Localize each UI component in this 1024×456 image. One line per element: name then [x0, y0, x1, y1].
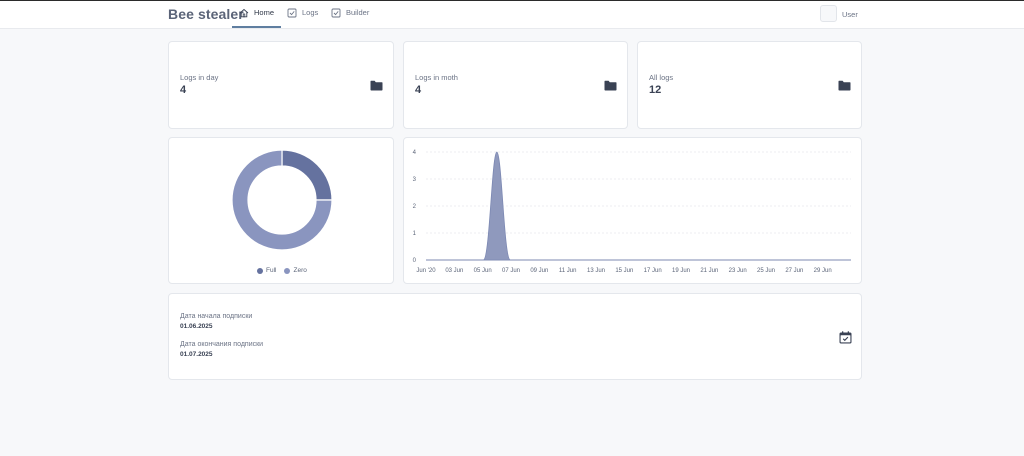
folder-icon: [838, 80, 851, 91]
legend-label: Full: [266, 267, 277, 274]
legend-label: Zero: [293, 267, 307, 274]
folder-icon: [370, 80, 383, 91]
donut-chart: [231, 149, 333, 251]
y-tick-label: 4: [413, 150, 417, 156]
x-tick-label: 05 Jun: [474, 268, 492, 274]
legend-item-full[interactable]: Full: [257, 267, 276, 274]
nav-builder-label: Builder: [346, 8, 370, 17]
x-tick-label: 09 Jun: [530, 268, 548, 274]
calendar-check-icon: [839, 331, 852, 344]
brand-title: Bee stealer: [168, 6, 244, 22]
x-tick-label: 11 Jun: [559, 268, 577, 274]
x-tick-label: 13 Jun: [587, 268, 605, 274]
x-tick-label: 19 Jun: [672, 268, 690, 274]
subscription-start-value: 01.06.2025: [180, 323, 213, 330]
subscription-end-value: 01.07.2025: [180, 351, 213, 358]
y-tick-label: 2: [413, 204, 417, 210]
nav-home[interactable]: Home: [239, 8, 274, 28]
subscription-card: Дата начала подписки 01.06.2025 Дата око…: [168, 293, 862, 380]
x-tick-label: 15 Jun: [615, 268, 633, 274]
nav-logs-label: Logs: [302, 8, 319, 17]
y-tick-label: 3: [413, 177, 417, 183]
nav-builder[interactable]: Builder: [331, 8, 369, 28]
y-tick-label: 0: [413, 258, 417, 264]
x-tick-label: 21 Jun: [700, 268, 718, 274]
x-tick-label: 27 Jun: [785, 268, 803, 274]
legend-marker: [257, 267, 263, 274]
folder-icon: [604, 80, 617, 91]
x-tick-label: Jun '20: [416, 268, 436, 274]
checkbox-icon: [331, 8, 341, 18]
stat-label: Logs in day: [180, 73, 219, 82]
x-tick-label: 25 Jun: [757, 268, 775, 274]
logs-area-chart: 0 1 2 3 4 Jun '20 03 Jun 05 Jun 07 Jun 09 Jun 11 J…: [413, 150, 851, 274]
stat-label: Logs in moth: [415, 73, 458, 82]
top-edge-line: [0, 0, 1024, 1]
stat-value: 4: [180, 84, 187, 96]
stat-label: All logs: [649, 73, 674, 82]
chart-legend: Full Zero: [257, 267, 307, 274]
x-tick-label: 03 Jun: [445, 268, 463, 274]
user-label[interactable]: User: [842, 10, 858, 19]
stat-card-month: Logs in moth 4: [403, 41, 628, 129]
nav-logs[interactable]: Logs: [287, 8, 318, 28]
donut-chart-card: Full Zero: [168, 137, 394, 284]
x-tick-label: 23 Jun: [729, 268, 747, 274]
home-icon: [239, 8, 249, 18]
x-tick-label: 07 Jun: [502, 268, 520, 274]
nav-home-label: Home: [254, 8, 275, 17]
active-tab-indicator: [232, 26, 281, 28]
y-tick-label: 1: [413, 231, 417, 237]
checkbox-icon: [287, 8, 297, 18]
stat-value: 12: [649, 84, 662, 96]
legend-marker: [284, 267, 291, 274]
avatar[interactable]: [820, 5, 837, 22]
subscription-end-label: Дата окончания подписки: [180, 341, 264, 348]
donut-slice-full[interactable]: [281, 149, 333, 201]
area-chart-card: 0 1 2 3 4 Jun '20 03 Jun 05 Jun 07 Jun 09 Jun 11 J…: [403, 137, 862, 284]
top-bar: Bee stealer Home Logs Builder User: [0, 0, 1024, 29]
subscription-start-label: Дата начала подписки: [180, 313, 253, 320]
stat-card-day: Logs in day 4: [168, 41, 394, 129]
stat-value: 4: [415, 84, 422, 96]
legend-item-zero[interactable]: Zero: [284, 267, 307, 274]
x-tick-label: 17 Jun: [644, 268, 662, 274]
stat-card-all: All logs 12: [637, 41, 862, 129]
x-tick-label: 29 Jun: [814, 268, 832, 274]
